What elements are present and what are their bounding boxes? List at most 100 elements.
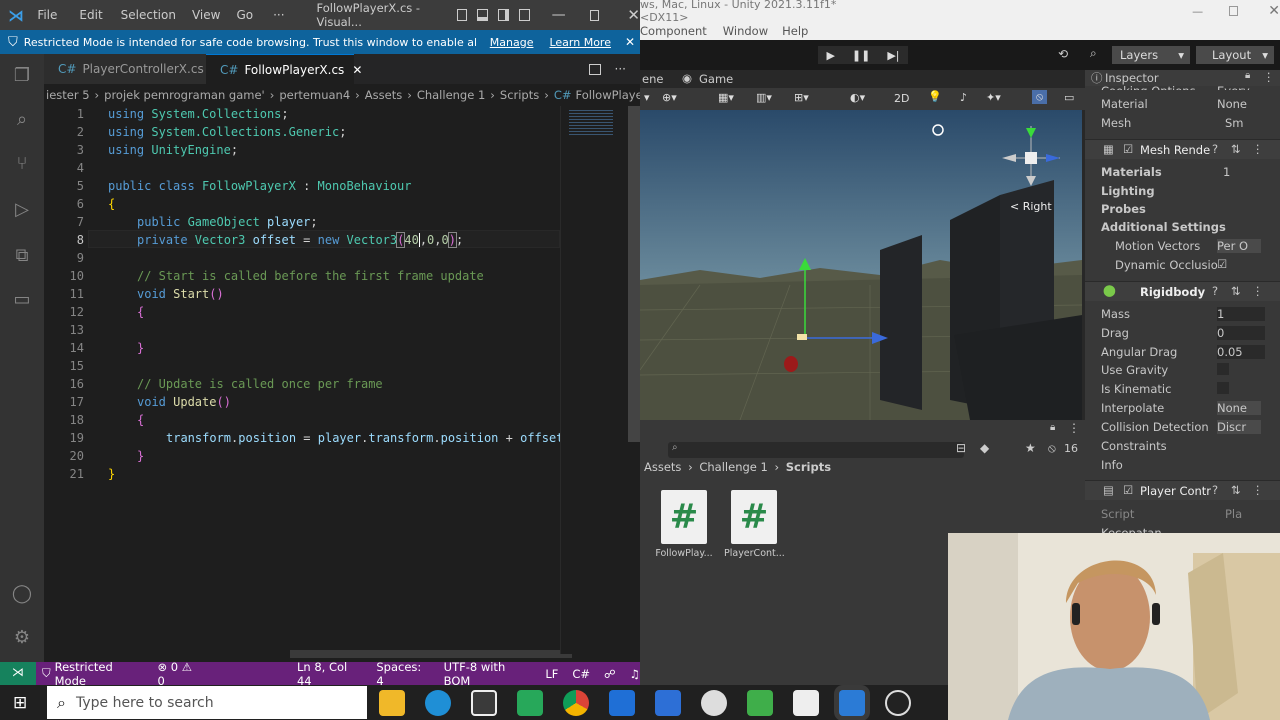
scene-view[interactable]: < Right	[640, 110, 1082, 420]
field-value[interactable]: Every	[1217, 84, 1250, 90]
grid-snap-icon[interactable]: ▦▾	[718, 91, 734, 104]
more-actions-icon[interactable]: ···	[615, 62, 626, 76]
drag-input[interactable]: 0	[1217, 326, 1265, 340]
search-icon[interactable]: ⌕	[1090, 46, 1097, 61]
maximize-icon[interactable]	[1229, 6, 1239, 16]
breadcrumb-item[interactable]: FollowPlayerX.cs	[576, 88, 640, 102]
menu-component[interactable]: Component	[640, 24, 707, 38]
help-icon[interactable]: ?	[1212, 483, 1218, 497]
close-icon[interactable]: ✕	[627, 6, 640, 24]
code-editor[interactable]: 1 2 3 4 5 6 7 8 9 10 11 12 13 14 15 16 1…	[44, 106, 572, 658]
breadcrumb-item[interactable]: Challenge 1	[417, 88, 485, 102]
eol-status[interactable]: LF	[545, 667, 558, 681]
close-icon[interactable]: ✕	[1268, 3, 1280, 19]
preset-icon[interactable]: ⇅	[1231, 142, 1241, 156]
component-header-mesh-renderer[interactable]: ▦ ☑ Mesh Rende ? ⇅ ⋮	[1085, 139, 1280, 159]
layout-sidebar-icon[interactable]	[497, 9, 509, 21]
run-debug-icon[interactable]: ▷	[10, 198, 34, 222]
visibility-icon[interactable]: ⦸	[1032, 90, 1048, 104]
lock-icon[interactable]: 🔒︎	[1050, 422, 1055, 433]
pause-icon[interactable]: ❚❚	[852, 49, 870, 62]
settings-gear-icon[interactable]: ⚙	[10, 626, 34, 650]
breadcrumb-item[interactable]: Scripts	[500, 88, 539, 102]
indentation-status[interactable]: Spaces: 4	[376, 660, 429, 688]
minimize-icon[interactable]: —	[1192, 5, 1203, 18]
restricted-mode-status[interactable]: Restricted Mode	[55, 660, 144, 688]
project-search-input[interactable]: ⌕	[668, 442, 964, 458]
component-header-player-controller[interactable]: ▤ ☑ Player Contr ? ⇅ ⋮	[1085, 480, 1280, 500]
maximize-icon[interactable]	[589, 9, 600, 21]
account-icon[interactable]: ◯	[10, 582, 34, 606]
menu-more[interactable]: ···	[273, 8, 284, 22]
edge-browser-icon[interactable]	[425, 690, 451, 716]
manage-link[interactable]: Manage	[490, 36, 534, 49]
history-icon[interactable]: ⟲	[1058, 47, 1068, 61]
foldout-lighting[interactable]: Lighting	[1101, 184, 1155, 198]
tab-scene[interactable]: ene	[642, 72, 663, 86]
collision-detection-dropdown[interactable]: Discr	[1217, 420, 1261, 434]
angular-drag-input[interactable]: 0.05	[1217, 345, 1265, 359]
grid-icon[interactable]: ⊞▾	[794, 91, 809, 104]
language-status[interactable]: C#	[572, 667, 590, 681]
motion-vectors-dropdown[interactable]: Per O	[1217, 239, 1261, 253]
material-value[interactable]: None	[1217, 97, 1247, 111]
play-icon[interactable]: ▶	[826, 49, 834, 62]
unity-hub-icon[interactable]	[793, 690, 819, 716]
vscode-taskbar-icon[interactable]	[839, 690, 865, 716]
menu-view[interactable]: View	[192, 8, 220, 22]
minimize-icon[interactable]: —	[552, 7, 566, 23]
source-control-icon[interactable]: ⑂	[10, 152, 34, 176]
microsoft-store-icon[interactable]	[471, 690, 497, 716]
more-options-icon[interactable]: ⋮	[1252, 483, 1264, 497]
enabled-checkbox[interactable]: ☑	[1123, 142, 1133, 156]
use-gravity-checkbox[interactable]	[1217, 363, 1229, 375]
preset-icon[interactable]: ⇅	[1231, 483, 1241, 497]
globe-icon[interactable]: ⊕▾	[662, 91, 677, 104]
breadcrumb-item[interactable]: iester 5	[46, 88, 90, 102]
app-leaf-icon[interactable]	[747, 690, 773, 716]
help-icon[interactable]: ?	[1212, 142, 1218, 156]
visibility-icon[interactable]: ⦸	[1048, 441, 1056, 456]
interpolate-dropdown[interactable]: None	[1217, 401, 1261, 415]
mesh-value[interactable]: Sm	[1225, 116, 1244, 130]
favorite-icon[interactable]: ★	[1025, 441, 1036, 455]
layers-dropdown[interactable]: Layers ▾	[1112, 46, 1190, 64]
cursor-position-status[interactable]: Ln 8, Col 44	[297, 660, 362, 688]
extensions-icon[interactable]: ⧉	[10, 244, 34, 268]
is-kinematic-checkbox[interactable]	[1217, 382, 1229, 394]
lighting-icon[interactable]: 💡	[928, 90, 942, 103]
breadcrumb-item[interactable]: Assets	[365, 88, 402, 102]
chrome-icon[interactable]	[563, 690, 589, 716]
encoding-status[interactable]: UTF-8 with BOM	[444, 660, 532, 688]
materials-count[interactable]: 1	[1223, 165, 1230, 179]
step-icon[interactable]: ▶|	[887, 49, 899, 62]
filter-icon[interactable]: ⊟	[956, 441, 966, 455]
layout-dropdown[interactable]: Layout ▾	[1196, 46, 1274, 64]
foldout-constraints[interactable]: Constraints	[1101, 439, 1167, 453]
learn-more-link[interactable]: Learn More	[549, 36, 611, 49]
menu-edit[interactable]: Edit	[79, 8, 102, 22]
file-explorer-icon[interactable]	[379, 690, 405, 716]
menu-file[interactable]: File	[37, 8, 57, 22]
breadcrumb-item[interactable]: pertemuan4	[279, 88, 350, 102]
lock-icon[interactable]: 🔒︎	[1245, 70, 1250, 81]
foldout-info[interactable]: Info	[1101, 458, 1123, 472]
app-disc-icon[interactable]	[701, 690, 727, 716]
layout-bottom-icon[interactable]	[477, 9, 488, 21]
breadcrumb-item[interactable]: projek pemrograman game'	[104, 88, 265, 102]
more-options-icon[interactable]: ⋮	[1068, 421, 1080, 435]
script-field[interactable]: Pla	[1225, 507, 1242, 521]
breadcrumb-item[interactable]: Challenge 1	[699, 460, 767, 474]
windows-start-icon[interactable]: ⊞	[13, 693, 27, 713]
menu-selection[interactable]: Selection	[121, 8, 176, 22]
component-header-rigidbody[interactable]: ⬤ Rigidbody ? ⇅ ⋮	[1085, 281, 1280, 301]
draw-mode-icon[interactable]: ▾	[644, 91, 650, 104]
audio-icon[interactable]: ♪	[960, 91, 967, 104]
layout-panels-icon[interactable]	[456, 9, 468, 21]
obs-icon[interactable]	[885, 690, 911, 716]
menu-window[interactable]: Window	[723, 24, 768, 38]
horizontal-scrollbar[interactable]	[290, 650, 572, 658]
effects-icon[interactable]: ✦▾	[986, 91, 1001, 104]
mass-input[interactable]: 1	[1217, 307, 1265, 321]
vscode-logo-icon[interactable]: ⋊	[8, 6, 25, 25]
